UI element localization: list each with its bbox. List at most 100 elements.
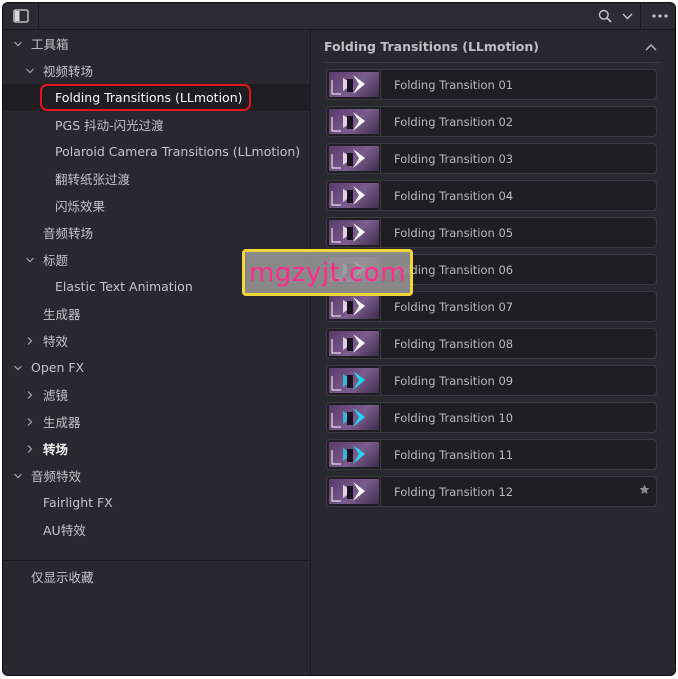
chevron-right-icon[interactable] xyxy=(25,390,35,400)
effect-item[interactable]: Folding Transition 12 xyxy=(326,476,657,507)
collapse-button[interactable] xyxy=(645,40,657,51)
favorite-star-icon[interactable] xyxy=(639,484,650,498)
sidebar-item-label: 特效 xyxy=(43,334,69,349)
sidebar-item-label: 音频转场 xyxy=(43,226,94,241)
effect-name: Folding Transition 09 xyxy=(394,374,514,388)
sidebar-item[interactable]: 生成器 xyxy=(3,300,311,327)
toolbar-divider xyxy=(640,3,641,29)
sidebar-item[interactable]: 工具箱 xyxy=(3,30,311,57)
effect-item[interactable]: Folding Transition 03 xyxy=(326,143,657,174)
sidebar-item[interactable]: 生成器 xyxy=(3,408,311,435)
effects-library-window: 工具箱视频转场 Folding Transitions (LLmotion) PGS… xyxy=(2,2,676,676)
effect-name: Folding Transition 03 xyxy=(394,152,514,166)
sidebar-item-label: 生成器 xyxy=(43,415,81,430)
effect-item[interactable]: Folding Transition 04 xyxy=(326,180,657,211)
sidebar-item[interactable]: Polaroid Camera Transitions (LLmotion) xyxy=(3,138,311,165)
effect-thumbnail xyxy=(329,109,379,134)
thumbnail-divider xyxy=(380,181,381,210)
thumbnail-divider xyxy=(380,440,381,469)
sidebar-item-label: 视频转场 xyxy=(43,64,94,79)
effect-thumbnail xyxy=(329,368,379,393)
sidebar-item-label: 转场 xyxy=(43,442,69,457)
watermark: mgzyjt.com xyxy=(242,249,413,296)
effect-thumbnail xyxy=(329,331,379,356)
sidebar-item[interactable]: PGS 抖动-闪光过渡 xyxy=(3,111,311,138)
effect-item[interactable]: Folding Transition 10 xyxy=(326,402,657,433)
effect-name: Folding Transition 11 xyxy=(394,448,514,462)
sidebar-item-label: Open FX xyxy=(31,360,85,375)
sidebar-toggle-icon xyxy=(12,9,29,23)
sidebar-item-label: Fairlight FX xyxy=(43,495,113,510)
sidebar-item-label: 闪烁效果 xyxy=(55,199,106,214)
effect-thumbnail xyxy=(329,442,379,467)
effect-name: Folding Transition 04 xyxy=(394,189,514,203)
chevron-up-icon xyxy=(645,44,657,51)
thumbnail-divider xyxy=(380,329,381,358)
more-options-button[interactable] xyxy=(645,3,675,29)
chevron-down-icon[interactable] xyxy=(13,363,23,373)
thumbnail-divider xyxy=(380,218,381,247)
sidebar-item[interactable]: 音频转场 xyxy=(3,219,311,246)
effect-item[interactable]: Folding Transition 01 xyxy=(326,69,657,100)
header-divider xyxy=(324,62,661,63)
show-favorites-only-toggle[interactable]: 仅显示收藏 xyxy=(31,567,94,586)
sidebar-item[interactable]: AU特效 xyxy=(3,516,311,543)
thumbnail-divider xyxy=(380,366,381,395)
sidebar-item[interactable]: Fairlight FX xyxy=(3,489,311,516)
sidebar-item-label: 生成器 xyxy=(43,307,81,322)
effect-name: Folding Transition 01 xyxy=(394,78,514,92)
chevron-down-icon xyxy=(622,13,632,19)
effect-thumbnail xyxy=(329,72,379,97)
effect-name: Folding Transition 07 xyxy=(394,300,514,314)
effect-item[interactable]: Folding Transition 11 xyxy=(326,439,657,470)
effect-thumbnail xyxy=(329,146,379,171)
sidebar-toggle-button[interactable] xyxy=(3,3,39,29)
dropdown-button[interactable] xyxy=(618,3,636,29)
sidebar-divider xyxy=(3,560,311,561)
chevron-down-icon[interactable] xyxy=(25,255,35,265)
sidebar: 工具箱视频转场 Folding Transitions (LLmotion) PGS… xyxy=(3,30,311,675)
sidebar-item-label: 滤镜 xyxy=(43,388,69,403)
search-icon xyxy=(598,9,612,23)
sidebar-item-label: Elastic Text Animation xyxy=(55,279,193,294)
sidebar-item-label: 标题 xyxy=(43,253,69,268)
effect-item[interactable]: Folding Transition 08 xyxy=(326,328,657,359)
thumbnail-divider xyxy=(380,107,381,136)
thumbnail-divider xyxy=(380,70,381,99)
effect-item[interactable]: Folding Transition 09 xyxy=(326,365,657,396)
chevron-down-icon[interactable] xyxy=(25,66,35,76)
effect-name: Folding Transition 05 xyxy=(394,226,514,240)
sidebar-item[interactable]: 视频转场 xyxy=(3,57,311,84)
effects-content-panel: Folding Transitions (LLmotion) Folding T… xyxy=(312,30,675,675)
chevron-down-icon[interactable] xyxy=(13,471,23,481)
sidebar-item[interactable]: 音频特效 xyxy=(3,462,311,489)
effect-name: Folding Transition 12 xyxy=(394,485,514,499)
sidebar-item[interactable]: 翻转纸张过渡 xyxy=(3,165,311,192)
effect-thumbnail xyxy=(329,294,379,319)
sidebar-item[interactable]: Open FX xyxy=(3,354,311,381)
thumbnail-divider xyxy=(380,292,381,321)
effect-thumbnail xyxy=(329,183,379,208)
thumbnail-divider xyxy=(380,144,381,173)
sidebar-item[interactable]: 闪烁效果 xyxy=(3,192,311,219)
search-button[interactable] xyxy=(592,3,618,29)
chevron-right-icon[interactable] xyxy=(25,336,35,346)
sidebar-item[interactable]: Folding Transitions (LLmotion) xyxy=(3,84,311,111)
chevron-right-icon[interactable] xyxy=(25,444,35,454)
watermark-text: mgzyjt.com xyxy=(248,257,407,288)
sidebar-item[interactable]: 转场 xyxy=(3,435,311,462)
effect-item[interactable]: Folding Transition 05 xyxy=(326,217,657,248)
toolbar xyxy=(3,3,675,30)
favorites-label: 仅显示收藏 xyxy=(31,570,94,585)
effect-name: Folding Transition 02 xyxy=(394,115,514,129)
sidebar-item[interactable]: 特效 xyxy=(3,327,311,354)
chevron-down-icon[interactable] xyxy=(13,39,23,49)
chevron-right-icon[interactable] xyxy=(25,417,35,427)
category-title: Folding Transitions (LLmotion) xyxy=(324,39,539,54)
effect-thumbnail xyxy=(329,220,379,245)
sidebar-item-label: Folding Transitions (LLmotion) xyxy=(55,90,243,105)
sidebar-item-label: AU特效 xyxy=(43,523,86,538)
effect-item[interactable]: Folding Transition 02 xyxy=(326,106,657,137)
effect-thumbnail xyxy=(329,405,379,430)
sidebar-item[interactable]: 滤镜 xyxy=(3,381,311,408)
